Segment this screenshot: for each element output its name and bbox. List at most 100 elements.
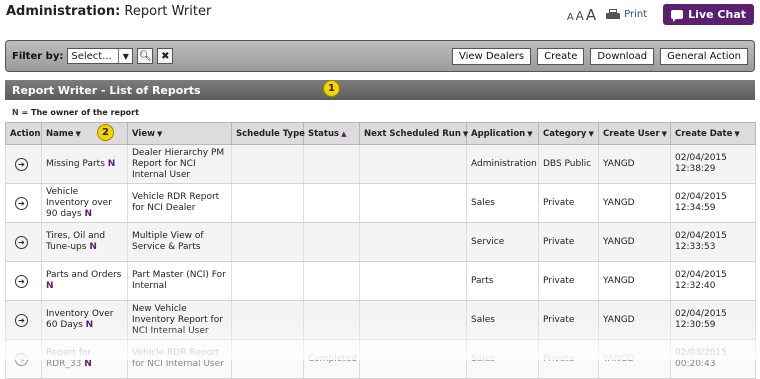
go-arrow-icon[interactable]: ➔ [15, 196, 28, 210]
download-button[interactable]: Download [590, 47, 655, 65]
go-arrow-icon[interactable]: ➔ [15, 313, 28, 327]
font-small-button[interactable]: A [567, 12, 574, 23]
create-date-cell: 02/04/2015 12:32:40 [670, 261, 756, 301]
view-cell: New Vehicle Inventory Report for NCI Int… [127, 300, 232, 340]
schedule-type-cell [231, 261, 304, 301]
view-cell: Multiple View of Service & Parts [127, 222, 232, 262]
next-run-cell [359, 222, 467, 262]
create-button[interactable]: Create [537, 47, 585, 65]
status-cell [303, 222, 360, 262]
owner-legend-mark: N [12, 108, 19, 117]
search-icon: 🔍︎ [138, 50, 152, 62]
callout-badge-2: 2 [97, 124, 114, 141]
category-cell: Private [538, 261, 599, 301]
report-name-cell[interactable]: Tires, Oil and Tune-ups N [41, 222, 128, 262]
row-action-cell: ➔ [5, 339, 42, 379]
owner-mark: N [84, 359, 92, 369]
print-link[interactable]: Print [606, 8, 648, 21]
status-cell [303, 300, 360, 340]
next-run-cell [359, 144, 467, 184]
filter-bar: Filter by: Select... ▼ 🔍︎ ✖ View Dealers… [5, 40, 755, 72]
report-name-cell[interactable]: Inventory Over 60 Days N [41, 300, 128, 340]
schedule-type-cell [231, 339, 304, 379]
col-create-user[interactable]: Create User ▼ [598, 122, 671, 145]
search-button[interactable]: 🔍︎ [137, 48, 154, 64]
live-chat-button[interactable]: Live Chat [663, 4, 754, 25]
col-application[interactable]: Application ▼ [466, 122, 539, 145]
row-action-cell: ➔ [5, 300, 42, 340]
row-action-cell: ➔ [5, 222, 42, 262]
application-cell: Sales [466, 300, 539, 340]
sort-down-icon: ▼ [75, 129, 81, 138]
font-medium-button[interactable]: A [576, 9, 584, 23]
general-action-button[interactable]: General Action [660, 47, 748, 65]
create-user-cell: YANGD [598, 300, 671, 340]
go-arrow-icon[interactable]: ➔ [15, 352, 28, 366]
status-cell: Completed [303, 339, 360, 379]
sort-up-icon: ▲ [341, 129, 347, 138]
page-title-name: Report Writer [124, 4, 212, 19]
next-run-cell [359, 261, 467, 301]
application-cell: Parts [466, 261, 539, 301]
col-view[interactable]: View ▼ [127, 122, 232, 145]
view-dealers-button[interactable]: View Dealers [451, 47, 532, 65]
col-schedule-type[interactable]: Schedule Type [231, 122, 305, 145]
view-cell: Vehicle RDR Report for NCI Dealer [127, 183, 232, 223]
printer-icon [606, 8, 621, 21]
broom-icon: ✖ [161, 50, 170, 62]
sort-down-icon: ▼ [661, 129, 668, 138]
row-action-cell: ➔ [5, 261, 42, 301]
category-cell: Private [538, 222, 599, 262]
panel-title: Report Writer - List of Reports [12, 83, 201, 97]
table-header-row: Action Name ▼ View ▼ Schedule Type Status ▲… [5, 122, 756, 145]
sort-down-icon: ▼ [156, 129, 163, 138]
schedule-type-cell [231, 222, 304, 262]
chat-bubble-icon [671, 10, 684, 22]
report-name-cell[interactable]: Missing Parts N [41, 144, 128, 184]
owner-mark: N [107, 158, 116, 169]
next-run-cell [359, 300, 467, 340]
col-category[interactable]: Category ▼ [538, 122, 599, 145]
filter-label: Filter by: [12, 50, 64, 62]
go-arrow-icon[interactable]: ➔ [15, 235, 28, 249]
application-cell: Sales [466, 339, 539, 379]
page-title-section: Administration: [6, 4, 121, 19]
col-status[interactable]: Status ▲ [303, 122, 360, 145]
create-user-cell: YANGD [598, 222, 671, 262]
report-name-cell[interactable]: Parts and Orders N [41, 261, 128, 301]
category-cell: DBS Public [538, 144, 599, 184]
application-cell: Administration [466, 144, 539, 184]
report-name-cell[interactable]: Vehicle Inventory over 90 days N [41, 183, 128, 223]
col-name[interactable]: Name ▼ [41, 122, 128, 145]
category-cell: Private [538, 339, 599, 379]
table-row: ➔ Parts and Orders N Part Master (NCI) F… [5, 261, 756, 301]
schedule-type-cell [231, 300, 304, 340]
table-row: ➔ Tires, Oil and Tune-ups N Multiple Vie… [5, 222, 756, 262]
reports-table: Action Name ▼ View ▼ Schedule Type Status ▲… [5, 122, 756, 379]
filter-select[interactable]: Select... ▼ [67, 48, 134, 64]
view-cell: Vehicle RDR Report for NCI Internal User [127, 339, 232, 379]
schedule-type-cell [231, 183, 304, 223]
application-cell: Service [466, 222, 539, 262]
create-date-cell: 02/04/2015 12:33:53 [670, 222, 756, 262]
font-size-controls: A A A [567, 6, 596, 24]
col-next-run[interactable]: Next Scheduled Run ▼ [359, 122, 468, 145]
category-cell: Private [538, 183, 599, 223]
live-chat-label: Live Chat [688, 8, 746, 21]
col-create-date[interactable]: Create Date ▼ [670, 122, 756, 145]
status-cell [303, 261, 360, 301]
owner-mark: N [89, 242, 97, 252]
go-arrow-icon[interactable]: ➔ [15, 274, 28, 288]
print-label: Print [624, 9, 648, 20]
sort-down-icon: ▼ [734, 129, 740, 138]
table-row: ➔ Missing Parts N Dealer Hierarchy PM Re… [5, 144, 756, 184]
font-large-button[interactable]: A [586, 6, 596, 24]
clear-filter-button[interactable]: ✖ [157, 48, 174, 64]
owner-mark: N [85, 320, 94, 330]
header-tools: A A A Print Live Chat [567, 4, 754, 25]
table-row: ➔ Report for RDR_33 N Vehicle RDR Report… [5, 339, 756, 379]
go-arrow-icon[interactable]: ➔ [15, 157, 28, 171]
schedule-type-cell [231, 144, 304, 184]
report-name-cell[interactable]: Report for RDR_33 N [41, 339, 128, 379]
create-date-cell: 02/04/2015 12:34:59 [670, 183, 756, 223]
